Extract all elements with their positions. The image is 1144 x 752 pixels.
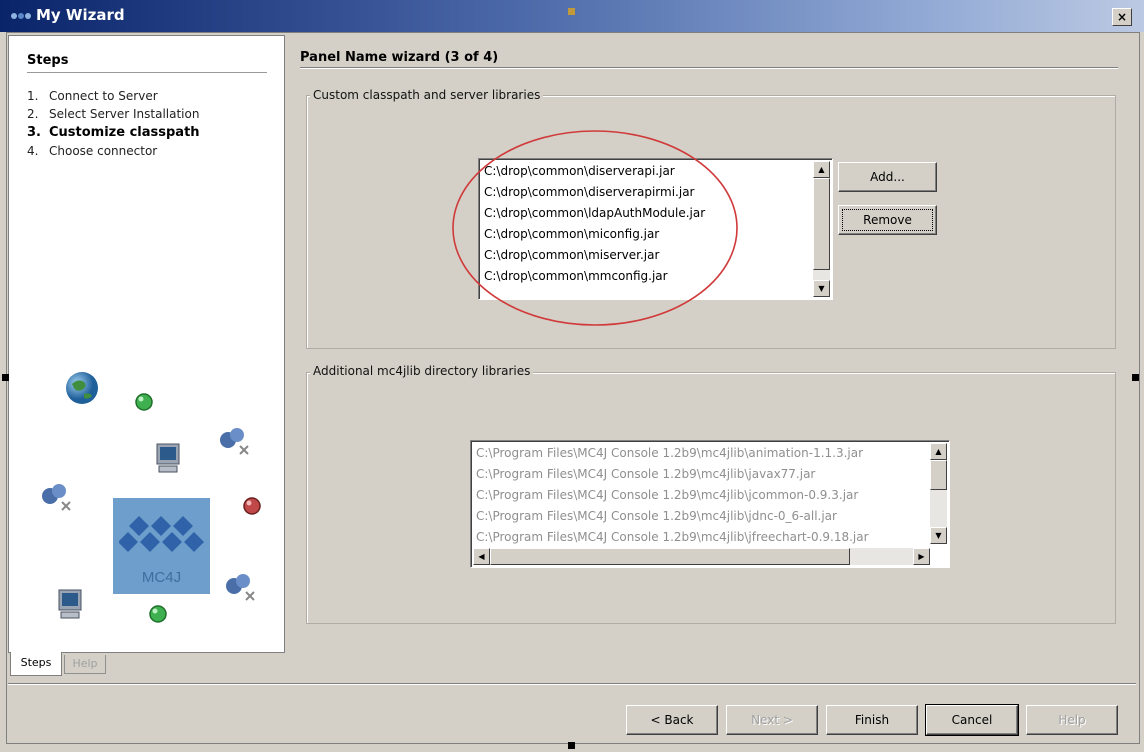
- network-icon: [220, 428, 249, 455]
- scroll-thumb[interactable]: [813, 178, 830, 270]
- scroll-right-icon[interactable]: ▶: [913, 548, 930, 565]
- next-button-label: Next >: [751, 713, 793, 727]
- remove-button[interactable]: Remove: [838, 205, 937, 235]
- classpath-list-scrollbar[interactable]: ▲ ▼: [813, 161, 830, 297]
- additional-libraries-list[interactable]: C:\Program Files\MC4J Console 1.2b9\mc4j…: [470, 440, 950, 568]
- next-button[interactable]: Next >: [726, 705, 818, 735]
- network-icon: [42, 484, 71, 511]
- custom-classpath-group-label: Custom classpath and server libraries: [310, 88, 544, 102]
- logo-text: MC4J: [141, 569, 182, 586]
- scroll-down-icon[interactable]: ▼: [813, 280, 830, 297]
- panel-title: Panel Name wizard (3 of 4): [300, 50, 499, 65]
- close-icon[interactable]: ×: [1112, 8, 1132, 26]
- add-button[interactable]: Add...: [838, 162, 937, 192]
- steps-divider: [27, 72, 267, 73]
- help-button-label: Help: [1058, 713, 1086, 727]
- cancel-button-label: Cancel: [951, 713, 993, 727]
- step-item-connect: 1. Connect to Server: [27, 89, 158, 103]
- step-number: 2.: [27, 107, 39, 121]
- step-label: Connect to Server: [49, 89, 158, 103]
- additional-list-hscrollbar[interactable]: ◀ ▶: [473, 548, 930, 565]
- scroll-thumb[interactable]: [490, 548, 850, 565]
- additional-libraries-group-label: Additional mc4jlib directory libraries: [310, 364, 534, 378]
- step-number: 4.: [27, 144, 39, 158]
- resize-handle[interactable]: [1132, 374, 1139, 381]
- step-label: Choose connector: [49, 144, 158, 158]
- computer-icon: [156, 443, 180, 473]
- scroll-thumb[interactable]: [930, 460, 947, 490]
- finish-button-label: Finish: [854, 713, 890, 727]
- help-button[interactable]: Help: [1026, 705, 1118, 735]
- step-item-select-installation: 2. Select Server Installation: [27, 107, 199, 121]
- scroll-down-icon[interactable]: ▼: [930, 527, 947, 544]
- status-red-icon: [243, 497, 261, 515]
- tab-help[interactable]: Help: [64, 655, 106, 674]
- annotation-circle: [452, 130, 738, 326]
- resize-handle[interactable]: [568, 8, 575, 15]
- steps-heading: Steps: [27, 53, 69, 68]
- focus-indicator: [842, 209, 933, 231]
- cancel-button[interactable]: Cancel: [925, 704, 1019, 736]
- status-green-icon: [149, 605, 167, 623]
- network-icon: [226, 574, 255, 601]
- panel-title-divider: [300, 67, 1118, 69]
- step-label: Customize classpath: [49, 125, 200, 140]
- list-item: C:\Program Files\MC4J Console 1.2b9\mc4j…: [476, 530, 869, 544]
- list-item: C:\Program Files\MC4J Console 1.2b9\mc4j…: [476, 509, 837, 523]
- step-number: 3.: [27, 125, 41, 140]
- scroll-up-icon[interactable]: ▲: [930, 443, 947, 460]
- scroll-up-icon[interactable]: ▲: [813, 161, 830, 178]
- step-label: Select Server Installation: [49, 107, 200, 121]
- list-item: C:\Program Files\MC4J Console 1.2b9\mc4j…: [476, 488, 859, 502]
- tab-steps[interactable]: Steps: [10, 652, 62, 676]
- window-title: My Wizard: [36, 6, 125, 24]
- finish-button[interactable]: Finish: [826, 705, 918, 735]
- step-number: 1.: [27, 89, 39, 103]
- mc4j-logo: MC4J: [113, 498, 210, 594]
- step-item-customize-classpath: 3. Customize classpath: [27, 125, 200, 140]
- title-bar[interactable]: My Wizard ×: [0, 0, 1144, 32]
- computer-icon: [58, 589, 82, 619]
- app-icon: [11, 13, 31, 19]
- status-green-icon: [135, 393, 153, 411]
- additional-list-vscrollbar[interactable]: ▲ ▼: [930, 443, 947, 544]
- diamond-logo-icon: [119, 516, 204, 552]
- resize-handle[interactable]: [2, 374, 9, 381]
- scroll-left-icon[interactable]: ◀: [473, 548, 490, 565]
- footer-divider: [8, 683, 1136, 685]
- add-button-label: Add...: [870, 170, 905, 184]
- back-button-label: < Back: [650, 713, 694, 727]
- resize-handle[interactable]: [568, 742, 575, 749]
- back-button[interactable]: < Back: [626, 705, 718, 735]
- globe-icon: [66, 372, 98, 404]
- list-item: C:\Program Files\MC4J Console 1.2b9\mc4j…: [476, 446, 864, 460]
- list-item: C:\Program Files\MC4J Console 1.2b9\mc4j…: [476, 467, 816, 481]
- step-item-choose-connector: 4. Choose connector: [27, 144, 157, 158]
